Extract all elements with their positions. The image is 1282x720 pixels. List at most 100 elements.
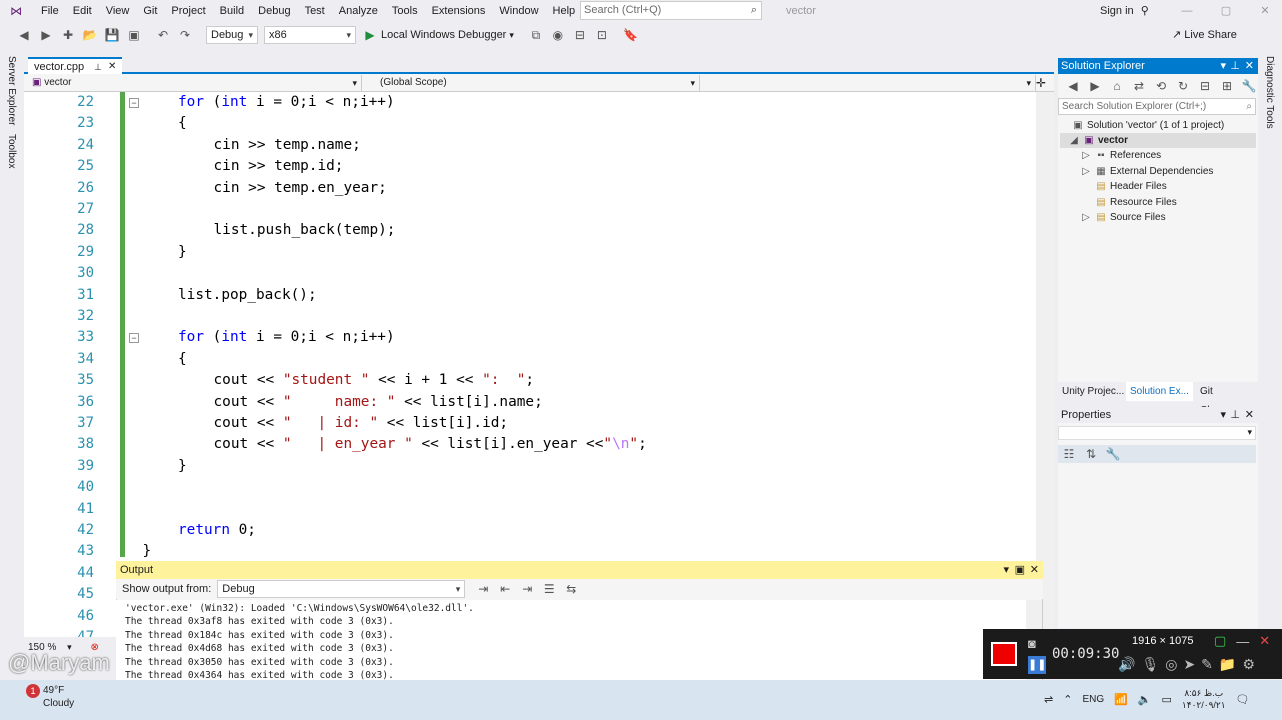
panel-menu-icon[interactable]: ▾ xyxy=(1003,561,1009,579)
code-line[interactable]: 40 xyxy=(24,477,1036,498)
code-line[interactable]: 36 cout << " name: " << list[i].name; xyxy=(24,392,1036,413)
menu-window[interactable]: Window xyxy=(492,0,545,22)
pause-icon[interactable]: ❚❚ xyxy=(1028,656,1046,674)
bookmark-icon[interactable]: 🔖 xyxy=(623,27,639,43)
camera-icon[interactable]: ◉ xyxy=(550,27,566,43)
tree-item-header-files[interactable]: ▤ Header Files xyxy=(1095,179,1166,194)
region-icon[interactable]: ▢ xyxy=(1214,633,1226,649)
back-icon[interactable]: ◀ xyxy=(1065,78,1081,94)
code-line[interactable]: 28 list.push_back(temp); xyxy=(24,220,1036,241)
cursor-icon[interactable]: ➤ xyxy=(1183,656,1195,673)
wrench-icon[interactable]: 🔧 xyxy=(1105,446,1121,462)
wifi-icon[interactable]: 📶 xyxy=(1114,693,1128,706)
code-line[interactable]: 31 list.pop_back(); xyxy=(24,285,1036,306)
code-line[interactable]: 32 xyxy=(24,306,1036,327)
expand-arrow-icon[interactable]: ▷ xyxy=(1080,210,1092,225)
run-dropdown-icon[interactable]: ▾ xyxy=(509,30,514,41)
maximize-icon[interactable]: ▣ xyxy=(1015,561,1025,579)
code-line[interactable]: 27 xyxy=(24,199,1036,220)
expand-arrow-icon[interactable]: ▷ xyxy=(1080,164,1092,179)
properties-object-dropdown[interactable]: ▾ xyxy=(1058,426,1256,440)
menu-extensions[interactable]: Extensions xyxy=(425,0,493,22)
code-line[interactable]: 29} xyxy=(24,242,1036,263)
output-source-dropdown[interactable]: Debug xyxy=(217,580,466,598)
wrench-icon[interactable]: 🔧 xyxy=(1241,78,1257,94)
panel-menu-icon[interactable]: ▾ xyxy=(1220,58,1226,74)
code-line[interactable]: 39} xyxy=(24,456,1036,477)
code-line[interactable]: 35 cout << "student " << i + 1 << ": "; xyxy=(24,370,1036,391)
split-editor-icon[interactable]: ✛ xyxy=(1036,76,1046,90)
close-icon[interactable]: ✕ xyxy=(1245,407,1254,423)
menu-edit[interactable]: Edit xyxy=(66,0,99,22)
menu-build[interactable]: Build xyxy=(213,0,251,22)
menu-git[interactable]: Git xyxy=(136,0,164,22)
panel-menu-icon[interactable]: ▾ xyxy=(1220,407,1226,423)
run-debugger-button[interactable]: Local Windows Debugger xyxy=(381,29,506,41)
close-icon[interactable]: ✕ xyxy=(1259,633,1270,649)
next-message-icon[interactable]: ⇥ xyxy=(519,581,535,597)
scope-dropdown[interactable]: (Global Scope) ▾ xyxy=(374,75,700,91)
comment-icon[interactable]: ⊡ xyxy=(594,27,610,43)
undo-icon[interactable]: ↶ xyxy=(155,27,171,43)
previous-message-icon[interactable]: ⇤ xyxy=(497,581,513,597)
close-window-button[interactable]: ✕ xyxy=(1250,0,1280,22)
alphabetical-icon[interactable]: ⇅ xyxy=(1083,446,1099,462)
close-tab-icon[interactable]: ✕ xyxy=(108,60,116,74)
weather-widget[interactable]: 49°F Cloudy xyxy=(20,684,74,710)
menu-view[interactable]: View xyxy=(99,0,137,22)
attach-icon[interactable]: ⧉ xyxy=(528,27,544,43)
close-icon[interactable]: ✕ xyxy=(1030,561,1039,579)
camera-icon[interactable]: ◙ xyxy=(1028,636,1036,651)
pin-icon[interactable]: ⊥ xyxy=(1230,407,1240,423)
webcam-icon[interactable]: ◎ xyxy=(1165,656,1177,673)
pen-icon[interactable]: ✎ xyxy=(1201,656,1213,673)
menu-test[interactable]: Test xyxy=(298,0,332,22)
record-button[interactable] xyxy=(991,642,1017,666)
sign-in-button[interactable]: Sign in ⚲ xyxy=(1100,0,1149,22)
pin-icon[interactable]: ⊥ xyxy=(1230,58,1240,74)
collapse-icon[interactable]: ⊟ xyxy=(1197,78,1213,94)
history-icon[interactable]: ⟲ xyxy=(1153,78,1169,94)
save-all-icon[interactable]: ▣ xyxy=(126,27,142,43)
forward-icon[interactable]: ▶ xyxy=(38,27,54,43)
categorized-icon[interactable]: ☷ xyxy=(1061,446,1077,462)
toolbox-tab[interactable]: Toolbox xyxy=(6,134,17,168)
code-line[interactable]: 22 for (int i = 0;i < n;i++) − xyxy=(24,92,1036,113)
code-line[interactable]: 41 xyxy=(24,499,1036,520)
minimize-icon[interactable]: — xyxy=(1236,634,1249,649)
tab-git-changes[interactable]: Git Changes xyxy=(1196,382,1258,416)
word-wrap-icon[interactable]: ⇆ xyxy=(563,581,579,597)
code-line[interactable]: 30 xyxy=(24,263,1036,284)
tab-unity-project[interactable]: Unity Projec... xyxy=(1058,382,1128,401)
menu-file[interactable]: File xyxy=(34,0,66,22)
platform-dropdown[interactable]: x86 xyxy=(264,26,356,44)
menu-help[interactable]: Help xyxy=(546,0,583,22)
tree-item-external-dependencies[interactable]: ▷ ▦ External Dependencies xyxy=(1080,164,1213,179)
language-indicator[interactable]: ENG xyxy=(1082,694,1104,705)
close-icon[interactable]: ✕ xyxy=(1245,58,1254,74)
code-line[interactable]: 24 cin >> temp.name; xyxy=(24,135,1036,156)
switch-view-icon[interactable]: ⇄ xyxy=(1131,78,1147,94)
server-explorer-tab[interactable]: Server Explorer xyxy=(6,56,17,125)
diagnostic-tools-tab[interactable]: Diagnostic Tools xyxy=(1264,56,1275,129)
config-dropdown[interactable]: Debug xyxy=(206,26,258,44)
clock[interactable]: ب.ظ ۸:۵۶ ۱۴۰۲/۰۹/۲۱ xyxy=(1182,687,1226,711)
format-icon[interactable]: ⊟ xyxy=(572,27,588,43)
forward-icon[interactable]: ▶ xyxy=(1087,78,1103,94)
code-line[interactable]: 34 { xyxy=(24,349,1036,370)
code-line[interactable]: 42 return 0; xyxy=(24,520,1036,541)
minimize-button[interactable]: — xyxy=(1172,0,1202,22)
tree-item-project[interactable]: ◢ ▣ vector xyxy=(1060,133,1256,148)
tab-solution-explorer[interactable]: Solution Ex... xyxy=(1126,382,1193,401)
find-message-icon[interactable]: ⇥ xyxy=(475,581,491,597)
menu-debug[interactable]: Debug xyxy=(251,0,297,22)
menu-tools[interactable]: Tools xyxy=(385,0,425,22)
home-icon[interactable]: ⌂ xyxy=(1109,78,1125,94)
back-icon[interactable]: ◀ xyxy=(16,27,32,43)
settings-icon[interactable]: ⚙ xyxy=(1242,656,1255,673)
code-line[interactable]: 23 { xyxy=(24,113,1036,134)
code-line[interactable]: 25 cin >> temp.id; xyxy=(24,156,1036,177)
expand-arrow-icon[interactable]: ◢ xyxy=(1068,133,1080,148)
member-dropdown[interactable]: ▾ xyxy=(700,75,1036,91)
tree-item-resource-files[interactable]: ▤ Resource Files xyxy=(1095,195,1176,210)
